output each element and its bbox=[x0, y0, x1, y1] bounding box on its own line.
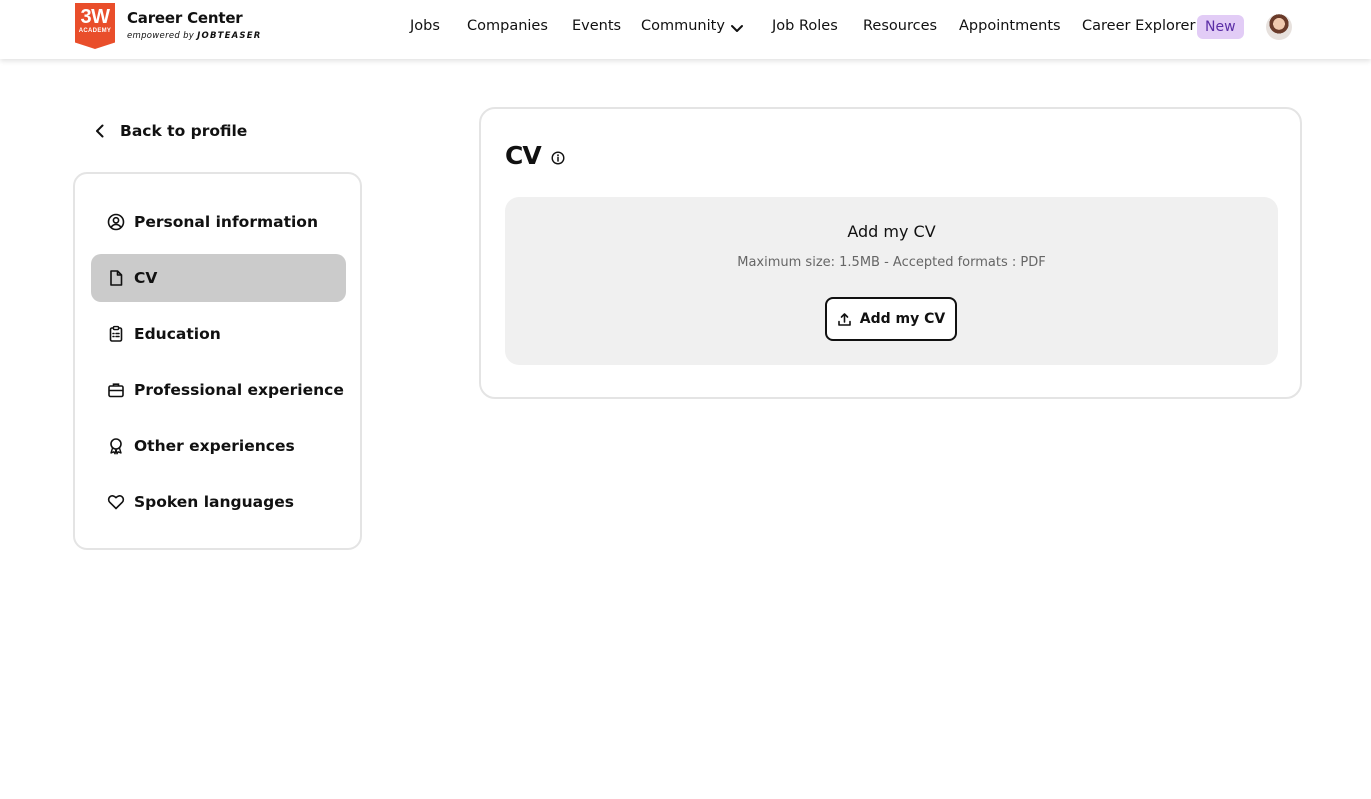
avatar[interactable] bbox=[1266, 14, 1292, 40]
sidebar-item-spoken-languages[interactable]: Spoken languages bbox=[91, 478, 346, 526]
sidebar-item-label: Other experiences bbox=[134, 437, 295, 455]
page-title: CV bbox=[505, 141, 542, 170]
document-icon bbox=[110, 270, 123, 286]
brand-subtitle: empowered by JOBTEASER bbox=[127, 31, 261, 41]
brand-sub-name: JOBTEASER bbox=[197, 31, 262, 41]
chevron-left-icon bbox=[96, 124, 104, 138]
briefcase-icon bbox=[108, 383, 124, 398]
sidebar-item-personal-information[interactable]: Personal information bbox=[91, 198, 346, 246]
award-icon bbox=[110, 438, 122, 455]
sidebar-item-label: Education bbox=[134, 325, 221, 343]
sidebar-item-label: Personal information bbox=[134, 213, 318, 231]
add-cv-button-label: Add my CV bbox=[859, 311, 946, 327]
nav-job-roles[interactable]: Job Roles bbox=[772, 18, 838, 34]
back-to-profile-link[interactable]: Back to profile bbox=[92, 120, 247, 142]
sidebar-item-professional-experience[interactable]: Professional experience bbox=[91, 366, 346, 414]
brand-sub-prefix: empowered by bbox=[127, 31, 195, 41]
sidebar-item-label: Professional experience bbox=[134, 381, 344, 399]
sidebar-item-other-experiences[interactable]: Other experiences bbox=[91, 422, 346, 470]
clipboard-icon bbox=[109, 325, 123, 342]
sidebar-item-cv[interactable]: CV bbox=[91, 254, 346, 302]
nav-career-explorer[interactable]: Career Explorer bbox=[1082, 18, 1195, 34]
nav-appointments[interactable]: Appointments bbox=[959, 18, 1061, 34]
dropzone-title: Add my CV bbox=[847, 222, 936, 241]
back-to-profile-label: Back to profile bbox=[120, 122, 248, 140]
school-logo[interactable]: 3W ACADEMY bbox=[75, 3, 115, 49]
top-navbar: 3W ACADEMY Career Center empowered by JO… bbox=[0, 0, 1371, 59]
nav-resources[interactable]: Resources bbox=[863, 18, 937, 34]
nav-events[interactable]: Events bbox=[572, 18, 621, 34]
profile-sections-menu: Personal information CV Education Profes… bbox=[73, 172, 362, 550]
new-badge: New bbox=[1197, 15, 1244, 39]
logo-text: 3W bbox=[80, 6, 111, 28]
add-cv-button[interactable]: Add my CV bbox=[825, 297, 957, 341]
user-circle-icon bbox=[107, 213, 125, 231]
nav-companies[interactable]: Companies bbox=[467, 18, 548, 34]
sidebar-item-label: CV bbox=[134, 269, 158, 287]
nav-community[interactable]: Community bbox=[641, 18, 725, 34]
cv-section-card: CV Add my CV Maximum size: 1.5MB - Accep… bbox=[479, 107, 1302, 399]
nav-jobs[interactable]: Jobs bbox=[410, 18, 440, 34]
cv-upload-dropzone[interactable]: Add my CV Maximum size: 1.5MB - Accepted… bbox=[505, 197, 1278, 365]
dropzone-hint: Maximum size: 1.5MB - Accepted formats :… bbox=[737, 255, 1046, 270]
sidebar-item-education[interactable]: Education bbox=[91, 310, 346, 358]
brand-title[interactable]: Career Center bbox=[127, 9, 243, 27]
chevron-down-icon[interactable] bbox=[729, 20, 745, 36]
sidebar-item-label: Spoken languages bbox=[134, 493, 294, 511]
upload-icon bbox=[837, 312, 851, 326]
info-icon[interactable] bbox=[551, 151, 565, 165]
heart-icon bbox=[107, 495, 125, 510]
logo-subtext: ACADEMY bbox=[78, 28, 112, 34]
